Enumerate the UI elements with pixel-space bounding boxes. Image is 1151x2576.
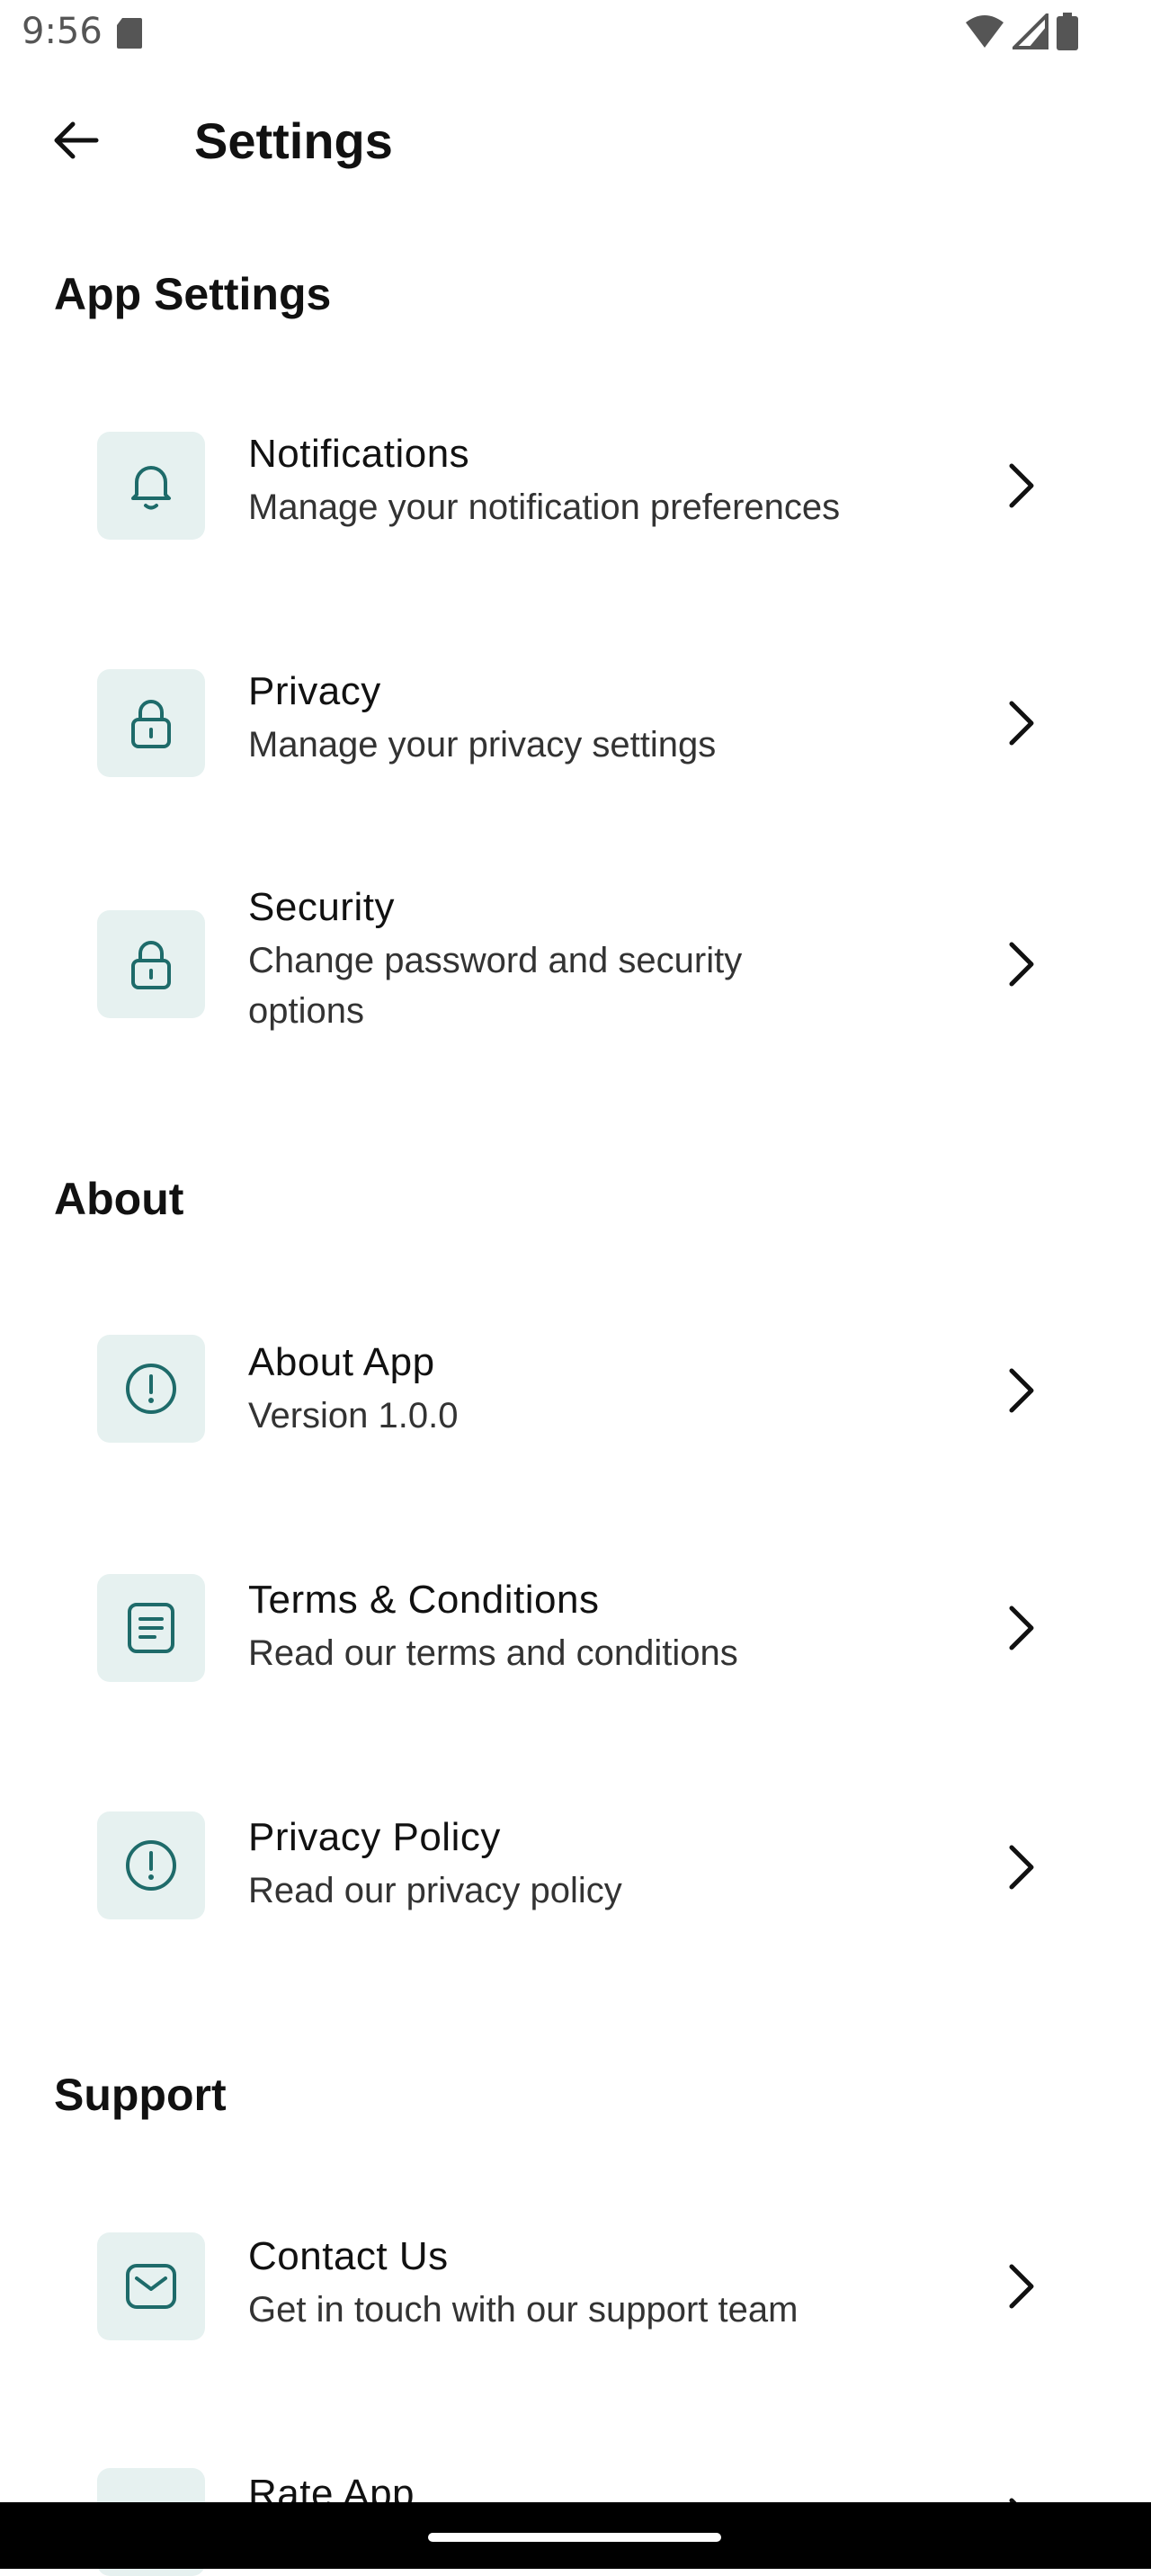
item-subtitle: Manage your notification preferences (248, 487, 841, 527)
status-icons (964, 11, 1079, 55)
settings-item-security[interactable]: Security Change password and security op… (0, 863, 1151, 1061)
mail-icon (97, 2232, 205, 2340)
info-icon (97, 1811, 205, 1919)
item-title: Terms & Conditions (248, 1578, 600, 1622)
status-time: 9:56 (22, 11, 103, 52)
battery-icon (1056, 13, 1079, 55)
settings-item-notifications[interactable]: Notifications Manage your notification p… (0, 378, 1151, 594)
settings-item-about-app[interactable]: About App Version 1.0.0 (0, 1283, 1151, 1498)
document-icon (97, 1574, 205, 1682)
item-subtitle: Version 1.0.0 (248, 1396, 459, 1436)
signal-icon (1010, 11, 1048, 54)
system-navigation-bar (0, 2502, 1151, 2569)
chevron-right-icon (996, 939, 1047, 989)
bell-icon (97, 432, 205, 540)
chevron-right-icon (996, 1842, 1047, 1892)
settings-item-terms[interactable]: Terms & Conditions Read our terms and co… (0, 1520, 1151, 1736)
chevron-right-icon (996, 2261, 1047, 2312)
item-subtitle: Change password and security options (248, 941, 743, 1031)
back-button[interactable] (40, 104, 112, 176)
home-gesture-handle[interactable] (428, 2533, 721, 2542)
arrow-left-icon (54, 121, 99, 159)
item-subtitle: Read our privacy policy (248, 1871, 622, 1910)
sd-card-icon (115, 16, 144, 55)
item-subtitle: Read our terms and conditions (248, 1633, 738, 1673)
lock-icon (97, 669, 205, 777)
chevron-right-icon (996, 1603, 1047, 1653)
status-bar: 9:56 (0, 0, 1151, 65)
item-title: Contact Us (248, 2234, 449, 2278)
chevron-right-icon (996, 461, 1047, 511)
info-icon (97, 1335, 205, 1443)
item-title: Privacy Policy (248, 1815, 501, 1859)
item-title: Security (248, 885, 395, 929)
item-title: Notifications (248, 432, 470, 476)
item-subtitle: Manage your privacy settings (248, 725, 717, 765)
item-subtitle: Get in touch with our support team (248, 2290, 799, 2330)
chevron-right-icon (996, 1365, 1047, 1416)
settings-item-privacy-policy[interactable]: Privacy Policy Read our privacy policy (0, 1758, 1151, 1973)
settings-item-privacy[interactable]: Privacy Manage your privacy settings (0, 617, 1151, 833)
wifi-icon (964, 13, 1005, 54)
section-title-about: About (54, 1174, 184, 1224)
section-title-support: Support (54, 2070, 227, 2120)
settings-item-contact-us[interactable]: Contact Us Get in touch with our support… (0, 2177, 1151, 2393)
page-title: Settings (194, 112, 393, 169)
item-title: Privacy (248, 669, 381, 713)
section-title-app-settings: App Settings (54, 269, 332, 319)
app-bar: Settings (0, 90, 1151, 191)
item-title: About App (248, 1340, 435, 1384)
lock-icon (97, 910, 205, 1018)
chevron-right-icon (996, 698, 1047, 748)
